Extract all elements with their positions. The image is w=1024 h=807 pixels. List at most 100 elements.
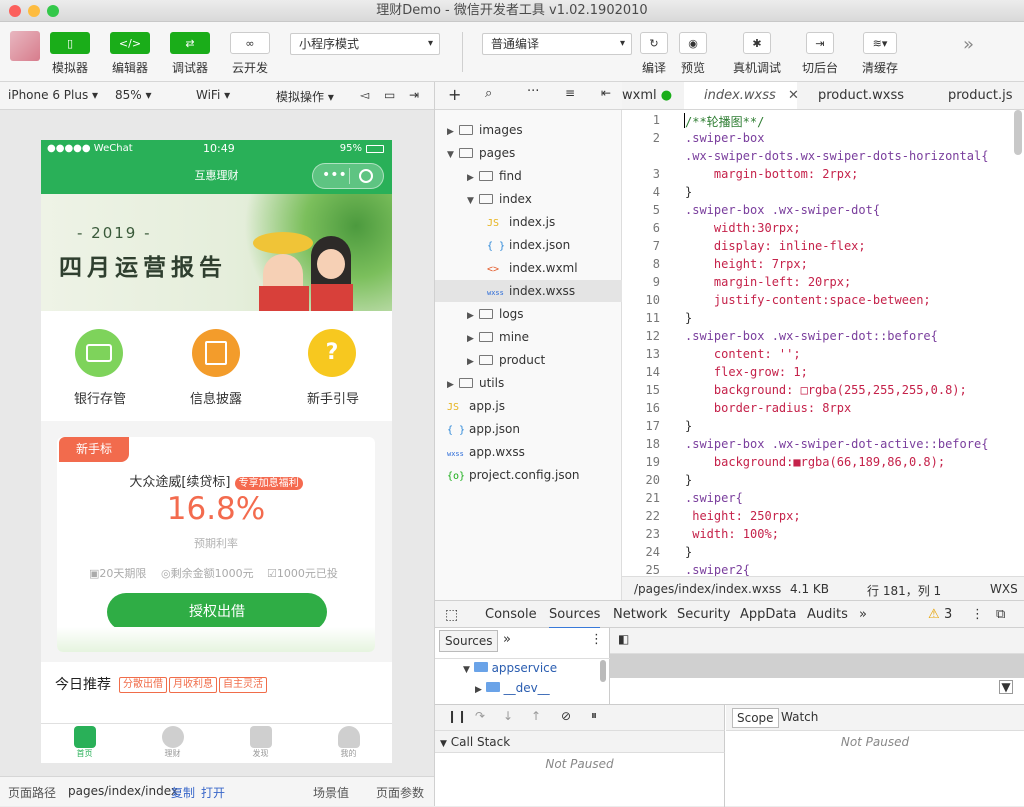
code-line[interactable]: .swiper-box .wx-swiper-dot-active::befor… [685,437,988,451]
folder-logs[interactable]: ▶ logs [435,303,622,325]
tab-appdata[interactable]: AppData [740,607,796,622]
code-line[interactable]: .swiper-box [685,131,764,145]
call-stack-header[interactable]: ▼ Call Stack [435,731,725,753]
close-tab-icon[interactable]: ✕ [788,88,799,103]
capsule-menu[interactable]: ••• [312,163,384,189]
tree-dev[interactable]: ▶ __dev__ [475,681,550,695]
code-line[interactable]: /**轮播图**/ [685,113,764,130]
warning-icon[interactable]: ⚠ [928,607,940,622]
zoom-select[interactable]: 85% ▾ [115,88,152,102]
code-line[interactable]: .swiper-box .wx-swiper-dot::before{ [685,329,938,343]
file-project-config-json[interactable]: {o} project.config.json [435,464,622,486]
deactivate-breakpoints-icon[interactable]: ⊘ [561,709,571,723]
tab-finance[interactable]: 理财 [129,726,216,759]
preview-button[interactable]: ◉ 预览 [677,32,709,76]
tab-more[interactable]: » [859,607,867,622]
add-file-icon[interactable]: + [448,85,461,104]
page-params-button[interactable]: 页面参数 [376,784,424,801]
detach-icon[interactable]: ⇥ [409,88,419,102]
tab-discover[interactable]: 发现 [217,726,304,759]
sources-scrollbar[interactable] [600,660,606,682]
file-index-wxss[interactable]: wxss index.wxss [435,280,622,302]
code-line[interactable]: margin-bottom: 2rpx; [685,167,859,181]
language-mode[interactable]: WXS [990,582,1018,596]
file-index-json[interactable]: { } index.json [435,234,622,256]
debugger-toggle[interactable]: ⇄ 调试器 [170,32,210,76]
remote-debug-button[interactable]: ✱ 真机调试 [733,32,781,76]
dock-icon[interactable]: ⧉ [996,607,1005,622]
tab-sources[interactable]: Sources [549,607,601,629]
devtools-menu-icon[interactable]: ⋮ [971,607,984,622]
minimize-window-button[interactable] [28,5,40,17]
folder-index[interactable]: ▼ index [435,188,622,210]
sources-more-button[interactable]: » [503,632,511,647]
disclosure-label[interactable]: 信息披露 [190,388,242,407]
simulator-toggle[interactable]: ▯ 模拟器 [50,32,90,76]
pause-icon[interactable]: ❙❙ [447,709,467,723]
chevron-right-icon[interactable]: ▶ [467,167,479,189]
code-editor[interactable]: 1 /**轮播图**/ 2 .swiper-box .wx-swiper-dots.wx… [622,110,1024,576]
code-line[interactable]: display: inline-flex; [685,239,866,253]
editor-scrollbar[interactable] [1014,110,1022,155]
folder-utils[interactable]: ▶ utils [435,372,622,394]
maximize-window-button[interactable] [47,5,59,17]
volume-icon[interactable]: ◅ [360,88,369,102]
cloud-button[interactable]: ∞ 云开发 [230,32,270,76]
tab-network[interactable]: Network [613,607,667,622]
toggle-tree-icon[interactable]: ⇤ [601,86,611,100]
code-line[interactable]: width: 100%; [685,527,779,541]
code-line[interactable]: width:30rpx; [685,221,801,235]
code-line[interactable]: background: □rgba(255,255,255,0.8); [685,383,967,397]
code-line[interactable]: justify-content:space-between; [685,293,931,307]
folder-images[interactable]: ▶ images [435,119,622,141]
code-line[interactable]: } [685,311,692,325]
toggle-debugger-icon[interactable]: ▼ [999,680,1013,694]
file-index-js[interactable]: JS index.js [435,211,622,233]
guide-icon[interactable]: ? [308,329,356,377]
compile-select[interactable]: 普通编译 [482,33,632,55]
tree-appservice[interactable]: ▼ appservice [463,661,557,675]
sim-ops-select[interactable]: 模拟操作 ▾ [276,88,334,105]
product-card[interactable]: 新手标 大众途威[续贷标] 专享加息福利 16.8% 预期利率 ▣20天期限 ◎… [57,437,375,652]
code-line[interactable]: flex-grow: 1; [685,365,808,379]
chevron-right-icon[interactable]: ▶ [447,374,459,396]
open-path-link[interactable]: 打开 [201,784,225,801]
step-into-icon[interactable]: ↓ [503,709,513,723]
folder-product[interactable]: ▶ product [435,349,622,371]
tab-scope[interactable]: Scope [732,708,779,728]
scene-value-button[interactable]: 场景值 [313,784,349,801]
code-line[interactable]: } [685,185,692,199]
chevron-right-icon[interactable]: ▶ [467,328,479,350]
code-line[interactable]: margin-left: 20rpx; [685,275,851,289]
folder-pages[interactable]: ▼ pages [435,142,622,164]
code-line[interactable]: .swiper{ [685,491,743,505]
code-line[interactable]: } [685,545,692,559]
code-line[interactable]: .swiper2{ [685,563,750,576]
tab-security[interactable]: Security [677,607,730,622]
editor-toggle[interactable]: </> 编辑器 [110,32,150,76]
device-select[interactable]: iPhone 6 Plus ▾ [8,88,98,102]
tab-watch[interactable]: Watch [781,710,818,724]
tab-index-wxml[interactable]: wxml ● [622,82,682,109]
chevron-down-icon[interactable]: ▼ [447,144,459,166]
banner-swiper[interactable]: - 2019 - 四月运营报告 [41,194,392,311]
tab-product-js[interactable]: product.js [948,82,1013,109]
code-line[interactable]: content: ''; [685,347,801,361]
sources-subtab[interactable]: Sources [439,630,499,652]
code-line[interactable]: background:■rgba(66,189,86,0.8); [685,455,945,469]
compile-button[interactable]: ↻ 编译 [638,32,670,76]
copy-path-link[interactable]: 复制 [171,784,195,801]
code-line[interactable]: .wx-swiper-dots.wx-swiper-dots-horizonta… [685,149,988,163]
mode-select[interactable]: 小程序模式 [290,33,440,55]
code-line[interactable]: .swiper-box .wx-swiper-dot{ [685,203,880,217]
file-index-wxml[interactable]: <> index.wxml [435,257,622,279]
step-out-icon[interactable]: ↑ [531,709,541,723]
guide-label[interactable]: 新手引导 [307,388,359,407]
toggle-navigator-icon[interactable]: ◧ [618,632,629,646]
collapse-all-icon[interactable]: ≡ [565,86,575,100]
file-app-json[interactable]: { } app.json [435,418,622,440]
chevron-right-icon[interactable]: ▶ [467,351,479,373]
code-line[interactable]: } [685,473,692,487]
more-dots-icon[interactable]: ••• [322,157,347,193]
more-options-icon[interactable]: ··· [527,84,539,99]
